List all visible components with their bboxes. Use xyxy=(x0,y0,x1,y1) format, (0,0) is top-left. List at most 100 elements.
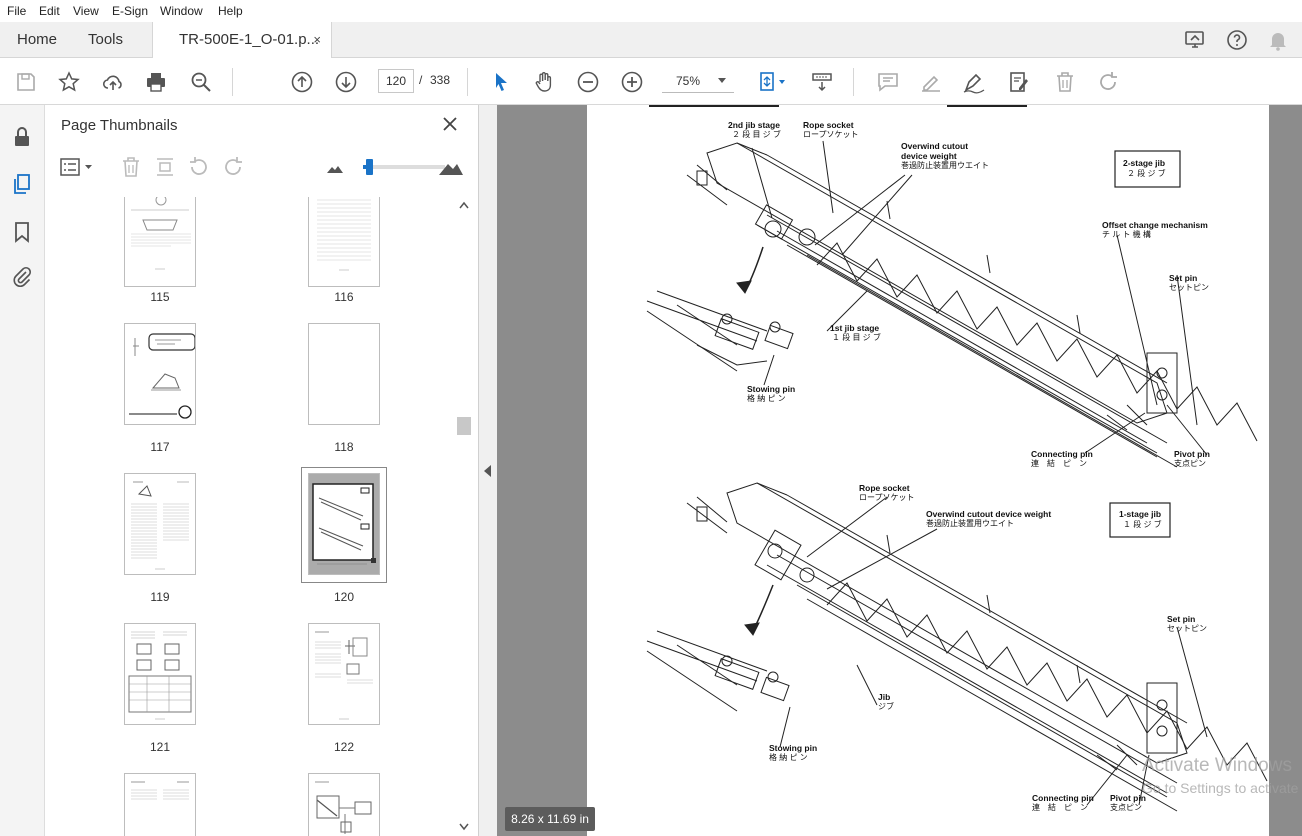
tab-document-label: TR-500E-1_O-01.p... xyxy=(179,31,320,48)
thumbnail-size-slider[interactable] xyxy=(363,159,445,175)
panel-splitter[interactable] xyxy=(479,105,497,836)
share-screen-icon[interactable] xyxy=(1183,28,1207,52)
insert-page-icon[interactable] xyxy=(153,155,177,179)
next-page-icon[interactable] xyxy=(334,70,358,94)
trash-icon[interactable] xyxy=(119,155,143,179)
thumbnail-label: 121 xyxy=(149,740,171,754)
scroll-down-icon[interactable] xyxy=(459,823,469,831)
zoom-level-value: 75% xyxy=(676,74,701,88)
print-icon[interactable] xyxy=(144,70,168,94)
thumbnail-page-120-current[interactable] xyxy=(308,473,380,575)
rotate-right-icon[interactable] xyxy=(221,155,245,179)
navigation-rail xyxy=(0,105,45,836)
select-cursor-icon[interactable] xyxy=(489,70,513,94)
large-mountain-icon xyxy=(437,153,465,181)
menu-file[interactable]: File xyxy=(7,4,26,18)
page-number-input[interactable]: 120 xyxy=(378,69,414,93)
hand-tool-icon[interactable] xyxy=(532,70,556,94)
label-2nd-jib-stage: 2nd jib stage xyxy=(728,120,780,130)
label-1st-jib-stage-jp: １ 段 目 ジ ブ xyxy=(832,333,881,342)
toolbar-separator xyxy=(232,68,233,96)
menu-help[interactable]: Help xyxy=(218,4,243,18)
menu-edit[interactable]: Edit xyxy=(39,4,60,18)
tab-document[interactable]: TR-500E-1_O-01.p... × xyxy=(152,22,332,58)
document-view[interactable]: 2nd jib stage ２ 段 目 ジ ブ Rope socket ロープソ… xyxy=(497,105,1302,836)
previous-page-icon[interactable] xyxy=(290,70,314,94)
label-pivot-pin: Pivot pin xyxy=(1174,449,1210,459)
trash-icon[interactable] xyxy=(1053,70,1077,94)
tab-close-button[interactable]: × xyxy=(313,22,321,58)
label-1-stage-jib: 1-stage jib xyxy=(1119,509,1162,519)
page-thumbnails-panel: Page Thumbnails 115 116 117 118 119 120 … xyxy=(45,105,479,836)
label-offset-change-jp: チ ル ト 機 構 xyxy=(1102,230,1151,239)
label-overwind-weight-2: Overwind cutout device weight xyxy=(926,509,1052,519)
label-set-pin: Set pin xyxy=(1169,273,1198,283)
thumbnail-page-123[interactable] xyxy=(124,773,196,836)
small-mountain-icon xyxy=(323,155,347,179)
tab-home[interactable]: Home xyxy=(17,22,57,58)
toolbar: 120 / 338 75% xyxy=(0,58,1302,105)
upload-cloud-icon[interactable] xyxy=(101,70,125,94)
fit-page-icon[interactable] xyxy=(756,70,788,94)
label-overwind-weight-2-jp: 巻過防止装置用ウエイト xyxy=(926,519,1014,528)
thumbnail-page-118[interactable] xyxy=(308,323,380,425)
thumbnail-page-122[interactable] xyxy=(308,623,380,725)
slider-knob[interactable] xyxy=(366,159,374,175)
label-connecting-pin-2-jp: 連 結 ピ ン xyxy=(1032,803,1088,812)
menu-window[interactable]: Window xyxy=(160,4,203,18)
label-rope-socket-2-jp: ロープソケット xyxy=(859,493,915,502)
label-set-pin-2: Set pin xyxy=(1167,614,1196,624)
collapse-arrow-icon[interactable] xyxy=(484,465,492,477)
lock-icon[interactable] xyxy=(10,125,34,149)
menu-esign[interactable]: E-Sign xyxy=(112,4,148,18)
draw-pen-icon[interactable] xyxy=(962,70,986,94)
comment-icon[interactable] xyxy=(876,70,900,94)
edit-text-icon[interactable] xyxy=(1007,70,1031,94)
label-set-pin-jp: セットピン xyxy=(1169,283,1209,292)
zoom-search-icon[interactable] xyxy=(189,70,213,94)
close-icon[interactable] xyxy=(441,115,459,133)
thumbnail-page-121[interactable] xyxy=(124,623,196,725)
label-overwind-weight-jp: 巻過防止装置用ウエイト xyxy=(901,161,989,170)
zoom-out-icon[interactable] xyxy=(576,70,600,94)
label-2-stage-jib-jp: ２ 段 ジ ブ xyxy=(1127,169,1166,178)
label-offset-change: Offset change mechanism xyxy=(1102,220,1208,230)
thumbnail-page-124[interactable] xyxy=(308,773,380,836)
scroll-mode-icon[interactable] xyxy=(810,70,834,94)
label-connecting-pin-jp: 連 結 ピ ン xyxy=(1031,459,1087,468)
zoom-in-icon[interactable] xyxy=(620,70,644,94)
panel-title: Page Thumbnails xyxy=(61,117,178,134)
scroll-up-icon[interactable] xyxy=(459,201,469,209)
thumbnail-scrollbar[interactable] xyxy=(457,197,471,836)
help-icon[interactable] xyxy=(1225,28,1249,52)
rotate-left-icon[interactable] xyxy=(187,155,211,179)
thumbnail-label: 117 xyxy=(150,440,170,454)
redo-icon[interactable] xyxy=(1096,70,1120,94)
pages-icon[interactable] xyxy=(10,172,34,196)
thumbnail-options-icon[interactable] xyxy=(59,155,95,179)
zoom-level-select[interactable]: 75% xyxy=(662,69,734,93)
bookmark-icon[interactable] xyxy=(10,220,34,244)
page-total: 338 xyxy=(430,73,451,87)
thumbnail-page-115[interactable] xyxy=(124,197,196,287)
label-overwind-weight: Overwind cutout device weight xyxy=(901,141,969,161)
save-icon[interactable] xyxy=(14,70,38,94)
star-icon[interactable] xyxy=(57,70,81,94)
tab-tools[interactable]: Tools xyxy=(88,22,123,58)
attachment-icon[interactable] xyxy=(10,265,34,289)
label-1-stage-jib-jp: １ 段 ジ ブ xyxy=(1123,520,1162,529)
thumbnail-page-119[interactable] xyxy=(124,473,196,575)
label-1st-jib-stage: 1st jib stage xyxy=(830,323,880,333)
thumbnail-page-117[interactable] xyxy=(124,323,196,425)
label-pivot-pin-2-jp: 支点ピン xyxy=(1110,803,1142,812)
label-connecting-pin-2: Connecting pin xyxy=(1032,793,1094,803)
activation-watermark-subtitle: Go to Settings to activate xyxy=(1142,780,1299,796)
scrollbar-thumb[interactable] xyxy=(457,417,471,435)
highlight-pen-icon[interactable] xyxy=(919,70,943,94)
thumbnail-page-116[interactable] xyxy=(308,197,380,287)
chevron-down-icon xyxy=(718,78,726,83)
page-size-badge: 8.26 x 11.69 in xyxy=(505,807,595,831)
bell-icon[interactable] xyxy=(1266,28,1290,52)
thumbnail-label: 119 xyxy=(150,590,170,604)
menu-view[interactable]: View xyxy=(73,4,99,18)
